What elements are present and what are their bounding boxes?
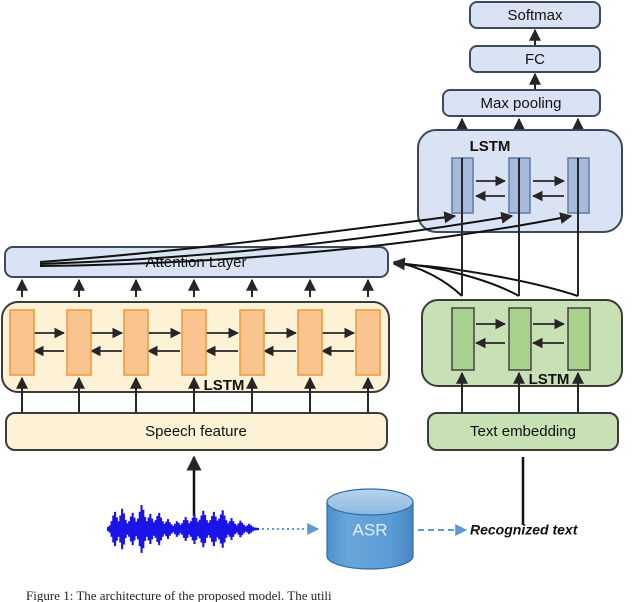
softmax-block: Softmax xyxy=(469,1,601,29)
fc-label: FC xyxy=(525,51,545,68)
speech-feature-label: Speech feature xyxy=(145,423,247,440)
left-orange-lstm-label: LSTM xyxy=(204,377,245,394)
asr-top-ellipse xyxy=(326,488,414,516)
attention-layer-block: Attention Layer xyxy=(4,246,389,278)
green-lstm-cell-2 xyxy=(508,307,532,371)
curve-green-cell-3-to-attention xyxy=(392,258,579,297)
orange-lstm-cell-6 xyxy=(297,309,323,376)
orange-lstm-cell-5 xyxy=(239,309,265,376)
softmax-label: Softmax xyxy=(507,7,563,24)
architecture-diagram: Softmax FC Max pooling LSTM Attention La… xyxy=(1,1,623,602)
speech-feature-block: Speech feature xyxy=(5,412,388,451)
recognized-text-label: Recognized text xyxy=(470,522,579,538)
max-pooling-label: Max pooling xyxy=(481,95,562,112)
text-embedding-block: Text embedding xyxy=(427,412,619,451)
left-orange-lstm-block: LSTM xyxy=(1,301,390,394)
orange-lstm-cell-1 xyxy=(9,309,35,376)
asr-cylinder: ASR xyxy=(326,488,414,570)
figure-caption: Figure 1: The architecture of the propos… xyxy=(26,588,332,602)
right-green-lstm-label: LSTM xyxy=(529,371,570,388)
text-embedding-label: Text embedding xyxy=(470,423,576,440)
top-blue-lstm-label: LSTM xyxy=(470,138,511,155)
green-lstm-cell-3 xyxy=(567,307,591,371)
orange-lstm-cell-3 xyxy=(123,309,149,376)
fc-block: FC xyxy=(469,45,601,73)
figure-container: Softmax FC Max pooling LSTM Attention La… xyxy=(0,0,632,602)
green-lstm-cell-1 xyxy=(451,307,475,371)
asr-label: ASR xyxy=(353,520,388,539)
max-pooling-block: Max pooling xyxy=(442,89,601,117)
orange-lstm-cell-7 xyxy=(355,309,381,376)
orange-lstm-cell-2 xyxy=(66,309,92,376)
orange-lstm-cell-4 xyxy=(181,309,207,376)
speech-waveform xyxy=(106,505,260,553)
right-green-lstm-block: LSTM xyxy=(421,299,623,388)
